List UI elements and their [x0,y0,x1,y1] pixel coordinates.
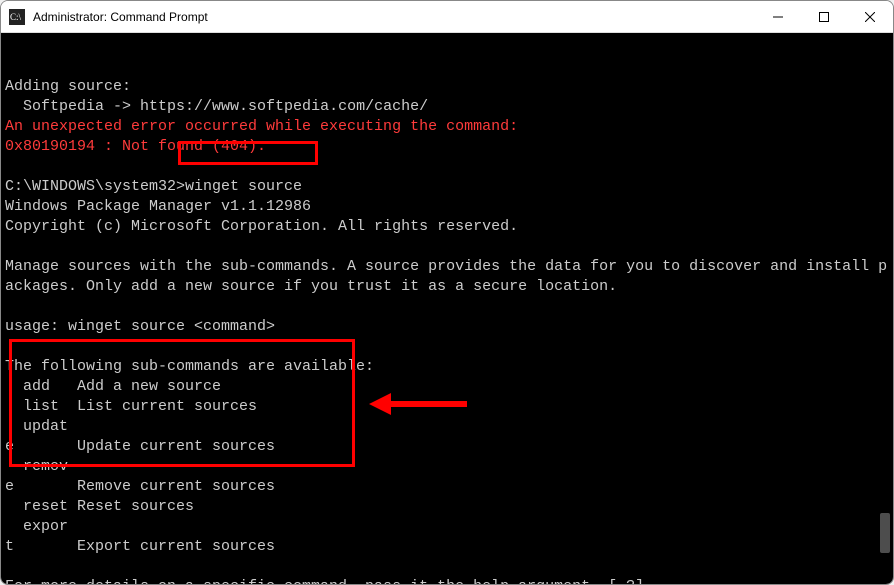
subcommand-name: list [5,397,77,417]
output-line: Softpedia -> https://www.softpedia.com/c… [5,97,889,117]
terminal-content: Adding source: Softpedia -> https://www.… [5,77,889,584]
output-line: For more details on a specific command, … [5,577,889,584]
blank-line [5,157,889,177]
subcommand-name: add [5,377,77,397]
subcommand-name: update [5,417,77,457]
minimize-button[interactable] [755,1,801,32]
cmd-icon: C:\ [9,9,25,25]
subcommand-line: removeRemove current sources [5,457,889,497]
output-line: Manage sources with the sub-commands. A … [5,257,889,297]
subcommand-line: listList current sources [5,397,889,417]
title-bar: C:\ Administrator: Command Prompt [1,1,893,33]
subcommand-name: reset [5,497,77,517]
prompt-line: C:\WINDOWS\system32>winget source [5,177,889,197]
error-line: An unexpected error occurred while execu… [5,117,889,137]
output-line: usage: winget source <command> [5,317,889,337]
subcommand-line: exportExport current sources [5,517,889,557]
output-line: Windows Package Manager v1.1.12986 [5,197,889,217]
subcommand-line: addAdd a new source [5,377,889,397]
svg-text:C:\: C:\ [10,12,22,22]
subcommand-desc: Add a new source [77,378,221,395]
subcommand-desc: Reset sources [77,498,194,515]
terminal-output[interactable]: Adding source: Softpedia -> https://www.… [1,33,893,584]
subcommand-name: export [5,517,77,557]
subcommand-desc: Update current sources [77,438,275,455]
scrollbar-thumb[interactable] [880,513,890,553]
blank-line [5,237,889,257]
subcommand-name: remove [5,457,77,497]
blank-line [5,557,889,577]
vertical-scrollbar[interactable] [877,33,891,584]
prompt-command: winget source [185,178,302,195]
subcommand-desc: List current sources [77,398,257,415]
output-line: Adding source: [5,77,889,97]
subcommand-desc: Remove current sources [77,478,275,495]
blank-line [5,297,889,317]
output-line: Copyright (c) Microsoft Corporation. All… [5,217,889,237]
subcommand-desc: Export current sources [77,538,275,555]
subcommands-block: addAdd a new source listList current sou… [5,377,889,557]
blank-line [5,337,889,357]
command-prompt-window: C:\ Administrator: Command Prompt Adding… [0,0,894,585]
subcommand-line: resetReset sources [5,497,889,517]
prompt-path: C:\WINDOWS\system32> [5,178,185,195]
subcommand-line: updateUpdate current sources [5,417,889,457]
close-button[interactable] [847,1,893,32]
output-line: The following sub-commands are available… [5,357,889,377]
window-title: Administrator: Command Prompt [33,10,755,24]
window-controls [755,1,893,32]
maximize-button[interactable] [801,1,847,32]
error-line: 0x80190194 : Not found (404). [5,137,889,157]
